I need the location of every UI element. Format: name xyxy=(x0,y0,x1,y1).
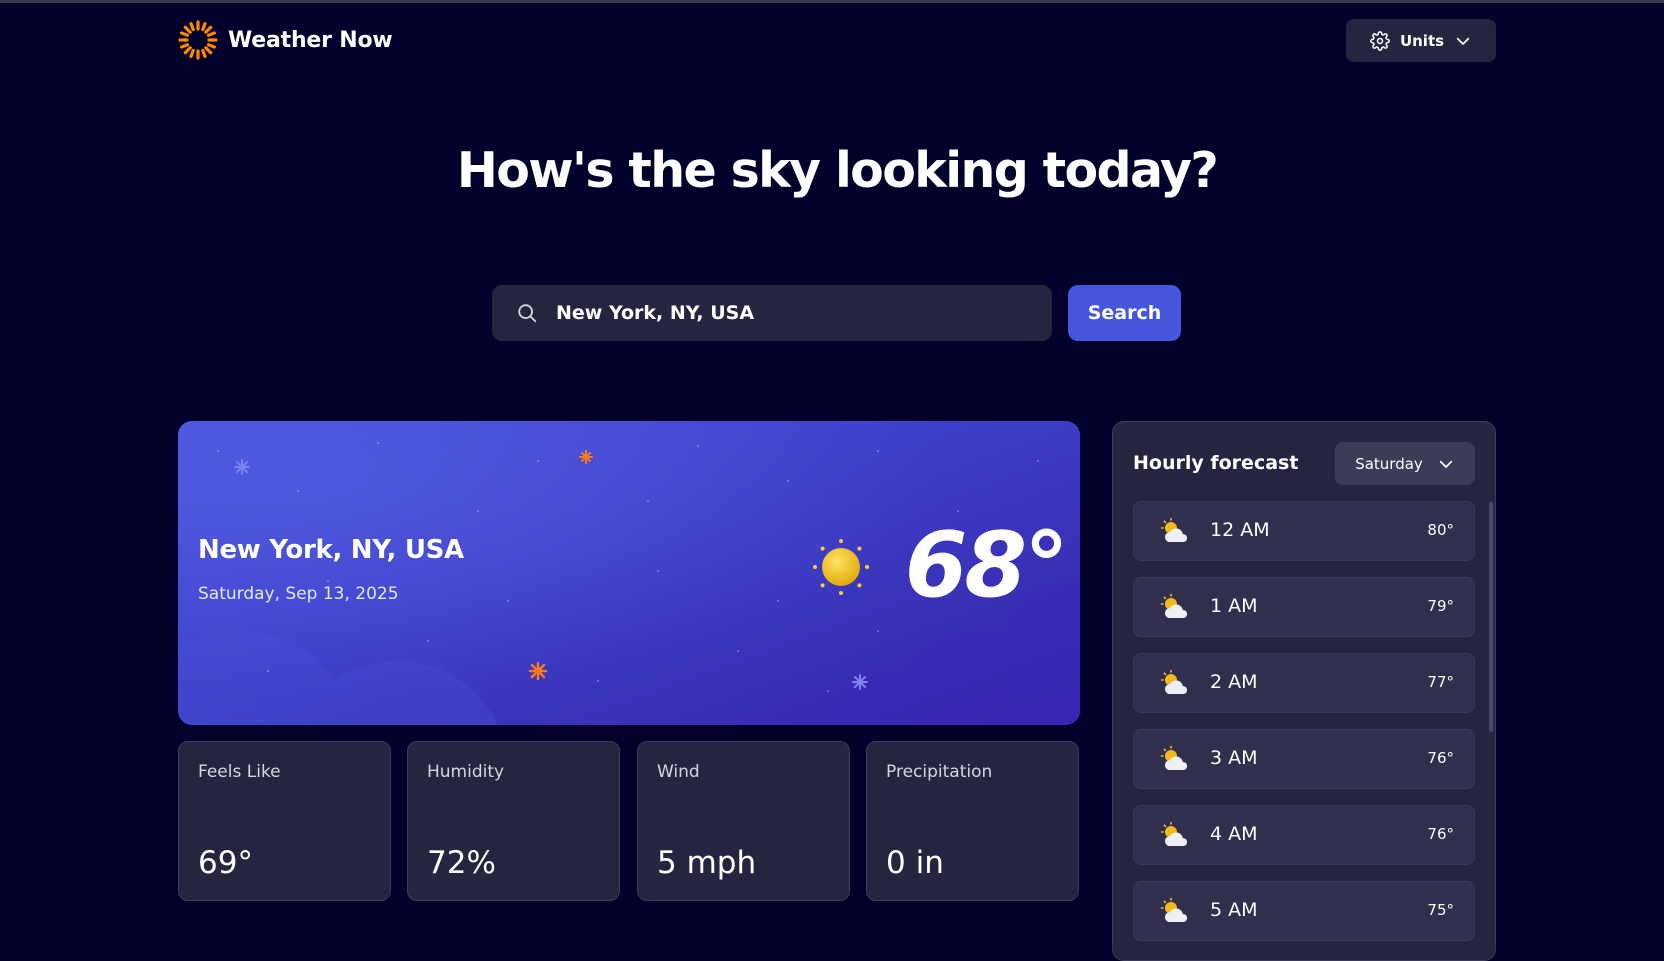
partly-cloudy-icon xyxy=(1160,593,1188,618)
stat-label: Feels Like xyxy=(198,762,281,782)
sun-logo-icon xyxy=(178,20,218,60)
hourly-time: 3 AM xyxy=(1210,747,1258,769)
hourly-list: 12 AM 80° 1 AM 79° 2 AM 77° 3 AM 76° 4 A… xyxy=(1133,501,1475,957)
page-headline: How's the sky looking today? xyxy=(456,142,1219,199)
day-select-dropdown[interactable]: Saturday xyxy=(1335,442,1475,485)
stat-value: 72% xyxy=(427,845,496,881)
hourly-time: 12 AM xyxy=(1210,519,1270,541)
chevron-down-icon xyxy=(1439,460,1452,468)
app-name: Weather Now xyxy=(228,27,393,53)
hourly-temp: 77° xyxy=(1427,673,1454,691)
stat-value: 5 mph xyxy=(657,845,757,881)
stat-value: 69° xyxy=(198,845,253,881)
hourly-time: 2 AM xyxy=(1210,671,1258,693)
humidity-card: Humidity 72% xyxy=(407,741,620,901)
hourly-item[interactable]: 12 AM 80° xyxy=(1133,501,1475,561)
hourly-temp: 76° xyxy=(1427,749,1454,767)
chevron-down-icon xyxy=(1456,37,1470,45)
search-button[interactable]: Search xyxy=(1068,285,1181,341)
partly-cloudy-icon xyxy=(1160,821,1188,846)
hourly-temp: 80° xyxy=(1427,521,1454,539)
hourly-temp: 79° xyxy=(1427,597,1454,615)
current-date: Saturday, Sep 13, 2025 xyxy=(198,584,399,604)
hourly-forecast-panel: Hourly forecast Saturday 12 AM 80° 1 AM … xyxy=(1112,421,1496,961)
current-location: New York, NY, USA xyxy=(198,535,464,565)
current-temperature: 68° xyxy=(904,513,1069,618)
hourly-item[interactable]: 5 AM 75° xyxy=(1133,881,1475,941)
hourly-temp: 76° xyxy=(1427,825,1454,843)
search-icon xyxy=(518,304,537,323)
search-field[interactable] xyxy=(492,285,1052,341)
hourly-time: 4 AM xyxy=(1210,823,1258,845)
gear-icon xyxy=(1370,30,1390,51)
brand[interactable]: Weather Now xyxy=(178,20,393,60)
stat-label: Precipitation xyxy=(886,762,993,782)
app-header: Weather Now Units xyxy=(178,18,1496,62)
partly-cloudy-icon xyxy=(1160,669,1188,694)
units-label: Units xyxy=(1399,31,1445,50)
hourly-item[interactable]: 2 AM 77° xyxy=(1133,653,1475,713)
selected-day: Saturday xyxy=(1355,454,1423,473)
partly-cloudy-icon xyxy=(1160,517,1188,542)
stat-value: 0 in xyxy=(886,845,944,881)
hourly-temp: 75° xyxy=(1427,901,1454,919)
stat-label: Humidity xyxy=(427,762,505,782)
hourly-scrollbar[interactable] xyxy=(1489,502,1493,732)
hourly-item[interactable]: 1 AM 79° xyxy=(1133,577,1475,637)
partly-cloudy-icon xyxy=(1160,745,1188,770)
hourly-time: 5 AM xyxy=(1210,899,1258,921)
precipitation-card: Precipitation 0 in xyxy=(866,741,1079,901)
wind-card: Wind 5 mph xyxy=(637,741,850,901)
current-weather-card: New York, NY, USA Saturday, Sep 13, 2025… xyxy=(178,421,1080,725)
hourly-item[interactable]: 3 AM 76° xyxy=(1133,729,1475,789)
units-dropdown-button[interactable]: Units xyxy=(1346,19,1496,62)
hourly-item[interactable]: 4 AM 76° xyxy=(1133,805,1475,865)
search-input[interactable] xyxy=(554,285,1052,341)
stat-label: Wind xyxy=(657,762,700,782)
window-top-border xyxy=(0,0,1664,3)
sunny-icon xyxy=(813,539,869,595)
hourly-time: 1 AM xyxy=(1210,595,1258,617)
hourly-forecast-title: Hourly forecast xyxy=(1133,452,1299,474)
partly-cloudy-icon xyxy=(1160,897,1188,922)
feels-like-card: Feels Like 69° xyxy=(178,741,391,901)
